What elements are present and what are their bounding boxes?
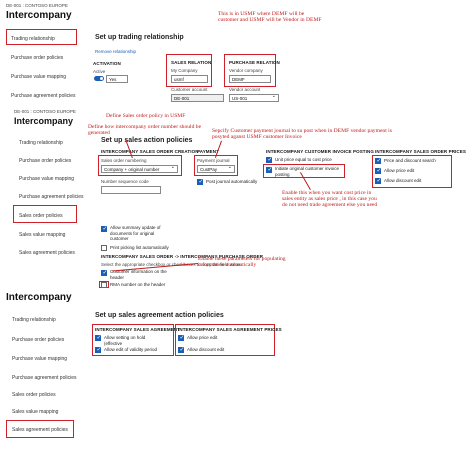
initiate-posting-label: Initiate original customer invoice posti…	[275, 166, 340, 177]
sales-agreement-policies-panel: Intercompany Trading relationship Purcha…	[0, 292, 290, 460]
nav-purchase-agreement-policies[interactable]: Purchase agreement policies	[19, 194, 83, 200]
app-title: Intercompany	[6, 10, 72, 21]
nav-purchase-value-mapping[interactable]: Purchase value mapping	[19, 176, 74, 182]
allow-validity-checkbox[interactable]	[95, 346, 102, 353]
vendor-company-field[interactable]: DEMF	[229, 75, 271, 83]
numbering-dropdown[interactable]: Company + original number	[101, 164, 178, 173]
agreement-discount-edit-checkbox[interactable]	[178, 346, 185, 353]
post-journal-checkbox[interactable]	[197, 178, 204, 185]
agreement-prices-header: INTERCOMPANY SALES AGREEMENT PRICES	[178, 327, 282, 332]
nav-highlight	[6, 29, 77, 45]
purchase-relation-header: PURCHASE RELATION	[229, 60, 280, 65]
initiate-posting-checkbox[interactable]	[266, 166, 273, 173]
nav-highlight	[13, 205, 77, 223]
nav-purchase-order-policies[interactable]: Purchase order policies	[12, 337, 64, 343]
breadcrumb: DE-001 : CONTOSO EUROPE	[6, 3, 68, 8]
customer-info-checkbox[interactable]	[101, 269, 108, 276]
nav-purchase-order-policies[interactable]: Purchase order policies	[11, 55, 63, 61]
app-title: Intercompany	[14, 116, 74, 126]
my-company-label: My Company	[171, 68, 198, 73]
agreement-price-edit-label: Allow price edit	[187, 335, 218, 340]
rma-checkbox[interactable]	[101, 282, 107, 288]
customer-account-label: Customer account	[171, 87, 208, 92]
annotation-define-policy: Define Sales order policy in USMF	[106, 113, 186, 119]
agreement-price-edit-checkbox[interactable]	[178, 334, 185, 341]
allow-hold-label: Allow setting on hold (effective	[104, 335, 146, 346]
unit-price-checkbox[interactable]	[266, 156, 273, 163]
nav-purchase-order-policies[interactable]: Purchase order policies	[19, 158, 71, 164]
nav-purchase-agreement-policies[interactable]: Purchase agreement policies	[11, 93, 75, 99]
unit-price-label: Unit price equal to cost price	[275, 157, 332, 162]
nav-sales-value-mapping[interactable]: Sales value mapping	[19, 232, 65, 238]
customer-account-field[interactable]: DE-001	[171, 94, 224, 102]
sales-agreement-header: INTERCOMPANY SALES AGREEMENT	[95, 327, 180, 332]
section-title: Set up sales agreement action policies	[95, 312, 224, 319]
nav-sales-value-mapping[interactable]: Sales value mapping	[12, 409, 58, 415]
allow-price-edit-checkbox[interactable]	[375, 167, 382, 174]
invoice-posting-header: INTERCOMPANY CUSTOMER INVOICE POSTING	[266, 149, 374, 154]
sales-order-policies-panel: DE-001 : CONTOSO EUROPE Intercompany Tra…	[0, 106, 474, 288]
print-picking-label: Print picking list automatically	[110, 245, 169, 250]
nav-highlight	[6, 420, 74, 438]
nav-purchase-agreement-policies[interactable]: Purchase agreement policies	[12, 375, 76, 381]
remove-relationship-link[interactable]: Remove relationship	[95, 49, 136, 54]
allow-hold-checkbox[interactable]	[95, 334, 102, 341]
section-title: Set up trading relationship	[95, 34, 184, 41]
post-journal-label: Post journal automatically	[206, 179, 258, 184]
active-toggle[interactable]	[94, 76, 104, 81]
vendor-account-label: Vendor account	[229, 87, 261, 92]
payment-journal-label: Payment journal	[197, 158, 230, 163]
number-seq-label: Number sequence code	[101, 179, 149, 184]
vendor-company-label: Vendor company	[229, 68, 263, 73]
nav-purchase-value-mapping[interactable]: Purchase value mapping	[12, 356, 67, 362]
annotation-enable-params: Enable these parameters for populating i…	[198, 256, 286, 269]
nav-trading-relationship[interactable]: Trading relationship	[19, 140, 63, 146]
vendor-account-field[interactable]: US-001	[229, 93, 279, 102]
nav-trading-relationship[interactable]: Trading relationship	[12, 317, 56, 323]
payment-journal-field[interactable]: CustPay	[197, 164, 235, 173]
allow-discount-edit-checkbox[interactable]	[375, 177, 382, 184]
nav-sales-agreement-policies[interactable]: Sales agreement policies	[19, 250, 75, 256]
sales-relation-header: SALES RELATION	[171, 60, 212, 65]
rma-label: RMA number on the header	[110, 282, 166, 287]
allow-discount-edit-label: Allow discount edit	[384, 178, 422, 183]
numbering-label: Sales order numbering	[101, 158, 147, 163]
number-seq-field[interactable]	[101, 186, 161, 194]
activation-header: ACTIVATION	[93, 61, 121, 66]
my-company-field[interactable]: usmf	[171, 75, 208, 83]
allow-summary-label: Allow summary update of documents for or…	[110, 225, 161, 241]
section-title: Set up sales action policies	[101, 137, 193, 144]
price-discount-search-checkbox[interactable]	[375, 157, 382, 164]
so-prices-header: INTERCOMPANY SALES ORDER PRICES	[375, 149, 466, 154]
print-picking-checkbox[interactable]	[101, 245, 107, 251]
trading-relationship-panel: DE-001 : CONTOSO EUROPE Intercompany Tra…	[0, 0, 322, 104]
breadcrumb: DE-001 : CONTOSO EUROPE	[14, 109, 76, 114]
nav-sales-order-policies[interactable]: Sales order policies	[12, 392, 56, 398]
agreement-discount-edit-label: Allow discount edit	[187, 347, 225, 352]
price-discount-search-label: Price and discount search	[384, 158, 436, 163]
nav-purchase-value-mapping[interactable]: Purchase value mapping	[11, 74, 66, 80]
annotation-usmf-demf: This is in USMF where DEMF will be custo…	[218, 11, 322, 24]
app-title: Intercompany	[6, 292, 72, 303]
so-creation-header: INTERCOMPANY SALES ORDER CREATION	[101, 149, 199, 154]
annotation-payment-journal: Sepcify Customer payment journal to su p…	[212, 128, 392, 141]
active-label: Active	[93, 69, 106, 74]
annotation-enable-cost-price: Enable this when you want cost price in …	[282, 190, 378, 209]
allow-validity-label: Allow edit of validity period	[104, 347, 158, 352]
allow-price-edit-label: Allow price edit	[384, 168, 415, 173]
annotation-numbering: Define how intercompany order number sho…	[88, 124, 202, 137]
allow-summary-checkbox[interactable]	[101, 225, 108, 232]
active-value: Yes	[106, 75, 128, 83]
